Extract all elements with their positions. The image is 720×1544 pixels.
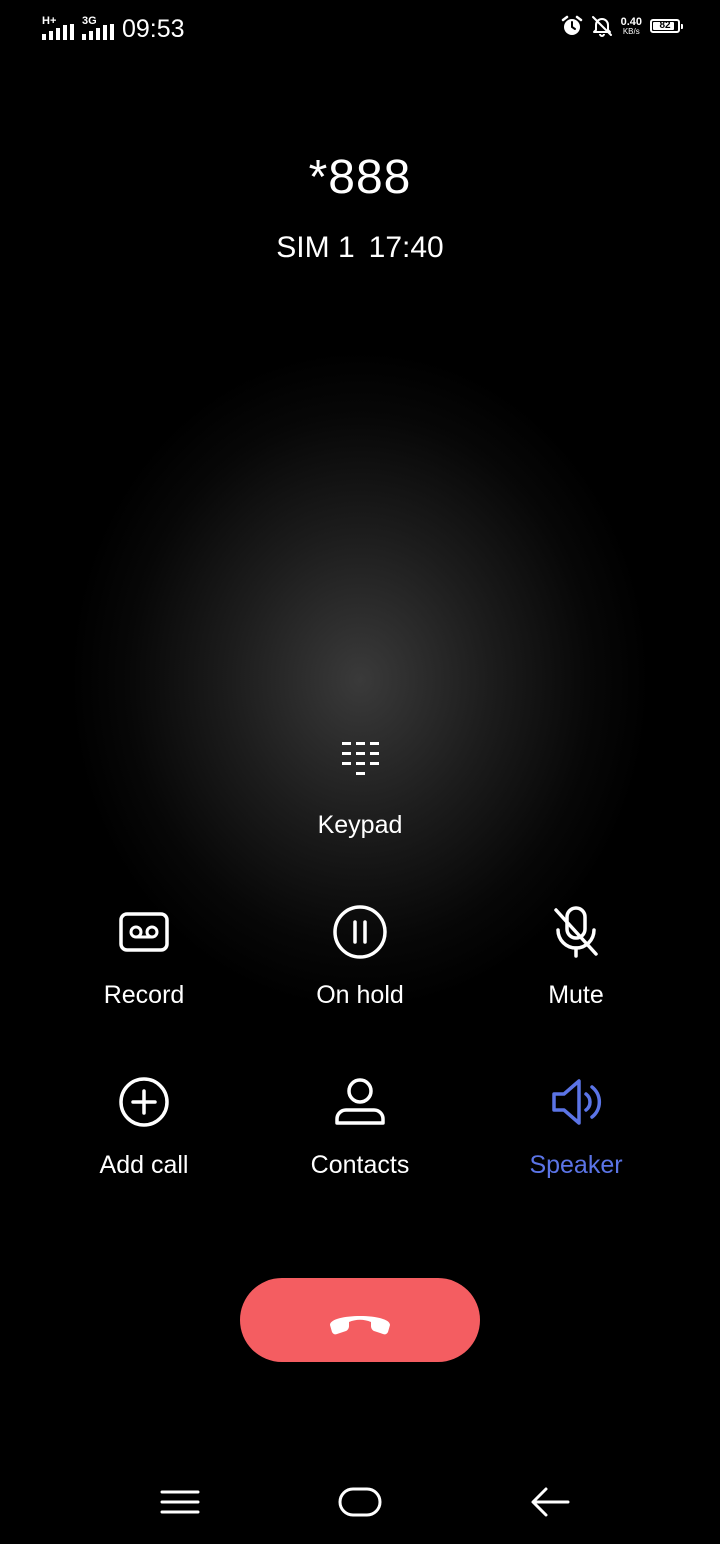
mute-notifications-icon xyxy=(591,16,612,37)
menu-icon xyxy=(160,1490,200,1514)
home-icon xyxy=(338,1487,382,1517)
contacts-button[interactable]: Contacts xyxy=(260,1072,460,1180)
nav-home-button[interactable] xyxy=(320,1472,400,1532)
nav-menu-button[interactable] xyxy=(140,1472,220,1532)
status-clock: 09:53 xyxy=(122,15,185,43)
pause-icon xyxy=(333,905,387,959)
speaker-label: Speaker xyxy=(529,1151,623,1179)
network-speed-value: 0.40 xyxy=(620,15,642,28)
call-info: SIM 1 17:40 xyxy=(0,230,720,266)
battery-level: 82 xyxy=(659,20,671,31)
person-icon xyxy=(335,1078,385,1125)
record-button[interactable]: Record xyxy=(44,902,244,1010)
status-left: H+ 3G 09:53 xyxy=(42,14,185,44)
keypad-button[interactable]: Keypad xyxy=(260,734,460,840)
back-icon xyxy=(531,1487,570,1517)
network-speed: 0.40 KB/s xyxy=(620,15,642,36)
contacts-label: Contacts xyxy=(310,1151,410,1179)
signal-bars-icon xyxy=(42,24,74,40)
keypad-icon xyxy=(342,742,379,775)
caller-number: *888 xyxy=(308,151,412,204)
call-duration: 17:40 xyxy=(368,231,444,264)
mute-button[interactable]: Mute xyxy=(476,902,676,1010)
add-call-button[interactable]: Add call xyxy=(44,1072,244,1180)
in-call-screen: H+ 3G 09:53 0.40 KB/s 82 *888 SIM 1 17:4… xyxy=(0,0,720,1544)
keypad-label: Keypad xyxy=(317,811,403,839)
speaker-button[interactable]: Speaker xyxy=(476,1072,676,1180)
speaker-icon xyxy=(552,1079,602,1125)
status-right: 0.40 KB/s 82 xyxy=(553,15,683,37)
record-label: Record xyxy=(103,981,185,1009)
end-call-icon xyxy=(330,1316,390,1335)
nav-back-button[interactable] xyxy=(510,1472,590,1532)
end-call-button[interactable] xyxy=(240,1278,480,1362)
mute-label: Mute xyxy=(548,981,604,1009)
status-bar: H+ 3G 09:53 0.40 KB/s 82 xyxy=(0,0,720,58)
plus-circle-icon xyxy=(119,1077,169,1127)
add-call-label: Add call xyxy=(99,1151,189,1179)
signal-bars-icon xyxy=(82,24,114,40)
battery-icon: 82 xyxy=(650,19,683,33)
sim-label: SIM 1 xyxy=(276,231,355,264)
network-speed-unit: KB/s xyxy=(622,26,640,36)
record-icon xyxy=(119,912,169,952)
mic-off-icon xyxy=(554,906,598,958)
alarm-icon xyxy=(561,15,582,35)
hold-button[interactable]: On hold xyxy=(260,902,460,1010)
signal-sim2: 3G xyxy=(82,16,118,42)
signal-sim1: H+ xyxy=(42,16,78,42)
hold-label: On hold xyxy=(316,981,404,1009)
